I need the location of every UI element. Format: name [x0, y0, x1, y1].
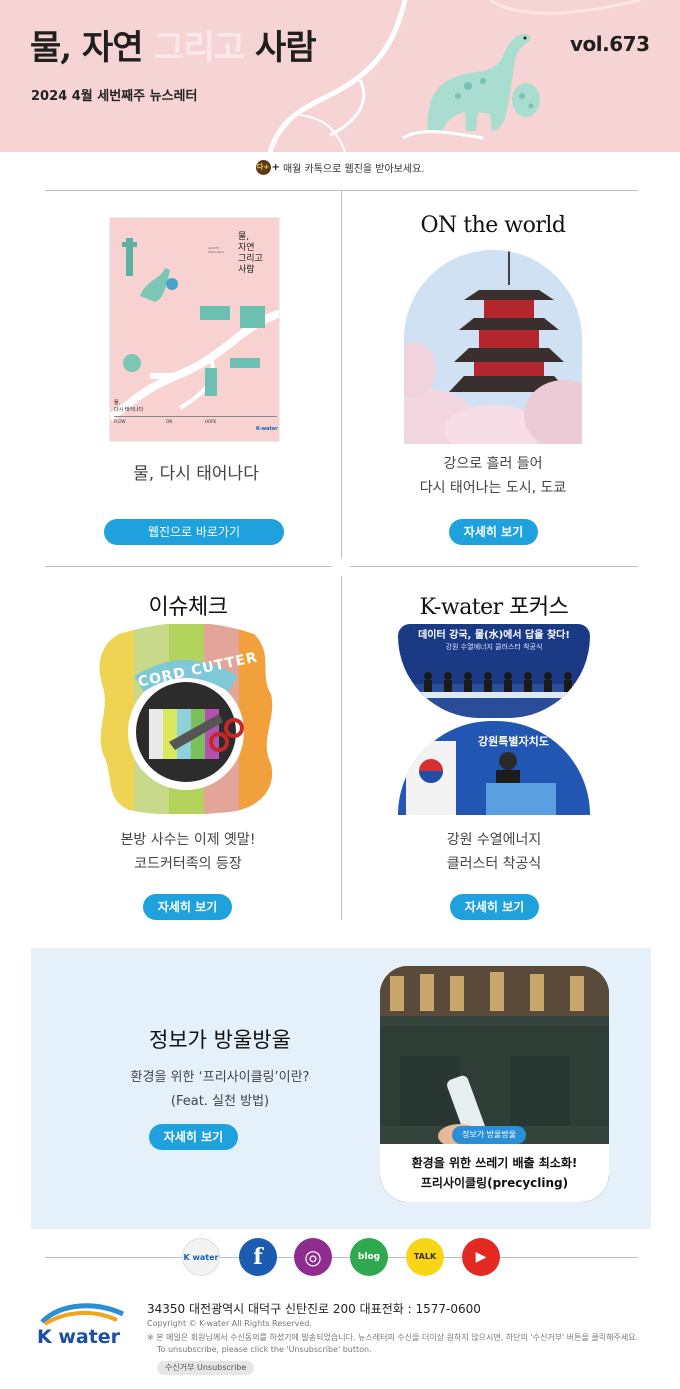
unsubscribe-button[interactable]: 수신거부 Unsubscribe	[157, 1361, 255, 1375]
precycling-caption-box	[380, 1144, 609, 1202]
ceremony-speaker	[406, 741, 556, 815]
footer-notice-en: To unsubscribe, please click the 'Unsubs…	[157, 1345, 372, 1354]
divider	[341, 190, 342, 558]
youtube-icon[interactable]: ▶	[462, 1238, 500, 1276]
kakao-subscribe-text: 매월 카톡으로 웹진을 받아보세요.	[282, 164, 425, 175]
webzine-link-button[interactable]: 웹진으로 바로가기	[104, 519, 284, 545]
card-4-heading: K-water 포커스	[419, 595, 569, 620]
card-2-heading: ON the world	[420, 213, 566, 238]
precycling-photo[interactable]: 정보가 방울방울 환경을 위한 쓰레기 배출 최소화! 프리사이클링(precy…	[380, 966, 609, 1202]
kwater-logo-text: K water	[37, 1326, 121, 1348]
on-the-world-detail-button[interactable]: 자세히 보기	[449, 519, 538, 545]
cover-bottom-title: 물, 다시 태어나다	[114, 400, 144, 413]
ceremony-crowd	[398, 672, 590, 718]
kwater-home-icon[interactable]: K water	[182, 1238, 220, 1276]
cover-col-flow: FLOW	[114, 419, 126, 424]
card-1-description: 물, 다시 태어나다	[133, 464, 259, 484]
kwater-logo-mark	[40, 1303, 125, 1326]
card-4-description: 강원 수열에너지 클러스터 착공식	[446, 832, 542, 872]
newsletter-title: 물, 자연 그리고 사람	[30, 28, 317, 68]
cover-rule	[114, 416, 277, 417]
card-3-description: 본방 사수는 이제 옛말! 코드커터족의 등장	[120, 832, 256, 872]
divider	[45, 566, 332, 567]
card-2-description: 강으로 흘러 들어 다시 태어나는 도시, 도쿄	[419, 456, 567, 496]
footer-address: 34350 대전광역시 대덕구 신탄진로 200 대표전화 : 1577-060…	[147, 1302, 481, 1316]
kakao-icon: 다+	[255, 160, 271, 175]
cover-col-hope: HOPE	[205, 419, 217, 424]
cover-col-on: ON	[166, 419, 173, 424]
kwater-logo: K water	[37, 1300, 127, 1348]
cover-vol: vol.673 2024 April	[208, 246, 224, 254]
facebook-icon[interactable]: f	[239, 1238, 277, 1276]
ceremony-photo-top[interactable]: 데이터 강국, 물(水)에서 답을 찾다! 강원 수열에너지 클러스터 착공식	[398, 624, 590, 718]
dinosaur-illustration	[402, 33, 540, 140]
info-panel-detail-button[interactable]: 자세히 보기	[149, 1124, 238, 1150]
blog-icon[interactable]: blog	[350, 1238, 388, 1276]
precycling-badge: 정보가 방울방울	[452, 1126, 527, 1144]
cord-cutter-illustration[interactable]: CORD CUTTER	[99, 624, 273, 814]
header-banner: 물, 자연 그리고 사람 2024 4월 세번째주 뉴스레터 vol.673	[0, 0, 680, 152]
footer-copyright: Copyright © K-water All Rights Reserved.	[147, 1319, 312, 1328]
cover-title: 물, 자연 그리고 사람	[238, 232, 263, 275]
ceremony-photo-bottom[interactable]: 강원특별자치도	[398, 721, 590, 815]
footer-notice: ※ 본 메일은 회원님께서 수신동의를 하셨기에 발송되었습니다. 뉴스레터의 …	[147, 1333, 639, 1342]
pagoda-photo[interactable]	[404, 250, 582, 444]
plus-icon: +	[271, 162, 280, 173]
precycling-caption-2: 프리사이클링(precycling)	[420, 1176, 569, 1190]
instagram-icon[interactable]: ◎	[294, 1238, 332, 1276]
kwater-focus-detail-button[interactable]: 자세히 보기	[450, 894, 539, 920]
kakaotalk-icon[interactable]: TALK	[406, 1238, 444, 1276]
cover-logo: K-water	[256, 426, 278, 432]
precycling-caption-1: 환경을 위한 쓰레기 배출 최소화!	[411, 1156, 578, 1170]
card-3-heading: 이슈체크	[148, 595, 228, 620]
info-panel-description: 환경을 위한 ‘프리사이클링’이란? (Feat. 실천 방법)	[130, 1070, 310, 1109]
divider	[341, 576, 342, 920]
newsletter-issue-date: 2024 4월 세번째주 뉴스레터	[31, 89, 198, 104]
issue-check-detail-button[interactable]: 자세히 보기	[143, 894, 232, 920]
kakao-subscribe-bar[interactable]: 다+ + 매월 카톡으로 웹진을 받아보세요.	[0, 160, 680, 182]
volume-number: vol.673	[570, 32, 650, 56]
info-panel-title: 정보가 방울방울	[149, 1028, 291, 1052]
webzine-cover-thumbnail[interactable]: 물, 자연 그리고 사람 vol.673 2024 April 물, 다시 태어…	[109, 217, 280, 442]
divider	[45, 1257, 638, 1258]
divider	[350, 566, 638, 567]
pagoda-illustration	[404, 250, 582, 444]
